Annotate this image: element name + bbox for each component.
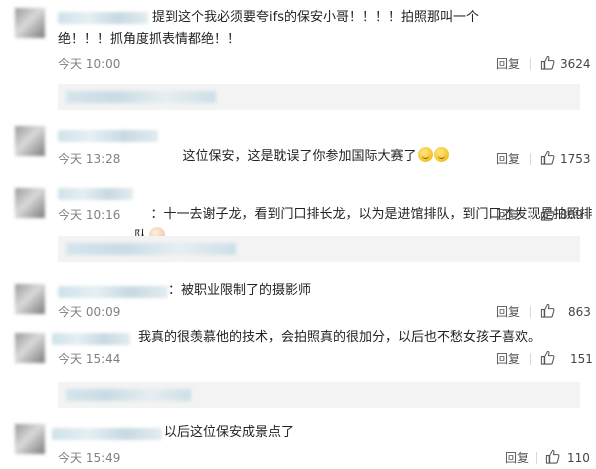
comment-item: ：十一去谢子龙，看到门口排长龙，以为是进馆排队，到门口才发现是拍照排队 今天 1…: [0, 180, 596, 270]
reply-button[interactable]: 回复: [496, 151, 520, 167]
like-count: 1753: [560, 152, 591, 166]
thumbs-up-icon[interactable]: [540, 150, 555, 165]
avatar[interactable]: [15, 424, 45, 454]
divider: [536, 452, 537, 464]
like-count: 151: [570, 352, 593, 366]
reply-button[interactable]: 回复: [496, 351, 520, 367]
quoted-reply[interactable]: [58, 84, 580, 110]
username[interactable]: [58, 188, 133, 200]
quoted-reply-text: [66, 243, 236, 255]
divider: [530, 306, 531, 318]
reply-button[interactable]: 回复: [505, 450, 529, 466]
thumbs-up-icon[interactable]: [540, 206, 555, 221]
like-count: 110: [567, 451, 590, 465]
like-count: 3624: [560, 57, 591, 71]
avatar[interactable]: [15, 8, 45, 38]
avatar[interactable]: [15, 284, 45, 314]
quoted-reply-text: [66, 91, 216, 103]
comment-time: 今天 15:49: [58, 451, 121, 465]
reply-button[interactable]: 回复: [496, 304, 520, 320]
laughing-tears-icon: [417, 147, 433, 162]
divider: [530, 58, 531, 70]
reply-button[interactable]: 回复: [496, 56, 520, 72]
quoted-reply[interactable]: [58, 236, 580, 262]
comment-item: 这位保安，这是耽误了你参加国际大赛了 今天 13:28 回复 1753: [0, 118, 596, 176]
laughing-tears-icon: [433, 147, 449, 162]
avatar[interactable]: [15, 126, 45, 156]
comment-item: 以后这位保安成景点了 今天 15:49 回复 110: [0, 418, 596, 469]
comment-item: 提到这个我必须要夸ifs的保安小哥！！！！拍照那叫一个绝！！！抓角度抓表情都绝！…: [0, 0, 596, 110]
divider: [530, 353, 531, 365]
comment-text: 以后这位保安成景点了: [164, 425, 295, 440]
quoted-reply[interactable]: [58, 382, 580, 408]
reply-button[interactable]: 回复: [496, 207, 520, 223]
avatar[interactable]: [15, 188, 45, 218]
comment-time: 今天 10:16: [58, 208, 121, 222]
username[interactable]: [58, 286, 168, 298]
comment-time: 今天 13:28: [58, 152, 121, 166]
comment-text: 提到这个我必须要夸ifs的保安小哥！！！！拍照那叫一个绝！！！抓角度抓表情都绝！…: [58, 10, 479, 47]
comment-time: 今天 10:00: [58, 57, 121, 71]
username[interactable]: [58, 130, 158, 142]
comment-item: ：被职业限制了的摄影师 今天 00:09 回复 863: [0, 280, 596, 326]
like-count: 809: [560, 208, 583, 222]
username[interactable]: [52, 333, 130, 345]
comment-time: 今天 15:44: [58, 352, 121, 366]
like-count: 863: [568, 305, 591, 319]
thumbs-up-icon[interactable]: [540, 303, 555, 318]
comment-item: 我真的很羡慕他的技术，会拍照真的很加分，以后也不愁女孩子喜欢。 今天 15:44…: [0, 327, 596, 408]
thumbs-up-icon[interactable]: [545, 449, 560, 464]
comment-text: 我真的很羡慕他的技术，会拍照真的很加分，以后也不愁女孩子喜欢。: [138, 330, 542, 345]
comment-text-body: 这位保安，这是耽误了你参加国际大赛了: [182, 149, 417, 164]
thumbs-up-icon[interactable]: [540, 55, 555, 70]
comment-text: ：被职业限制了的摄影师: [168, 283, 312, 298]
quoted-reply-text: [66, 389, 191, 401]
divider: [530, 209, 531, 221]
comment-time: 今天 00:09: [58, 305, 121, 319]
avatar[interactable]: [15, 333, 45, 363]
divider: [530, 153, 531, 165]
username[interactable]: [52, 428, 162, 440]
thumbs-up-icon[interactable]: [540, 350, 555, 365]
